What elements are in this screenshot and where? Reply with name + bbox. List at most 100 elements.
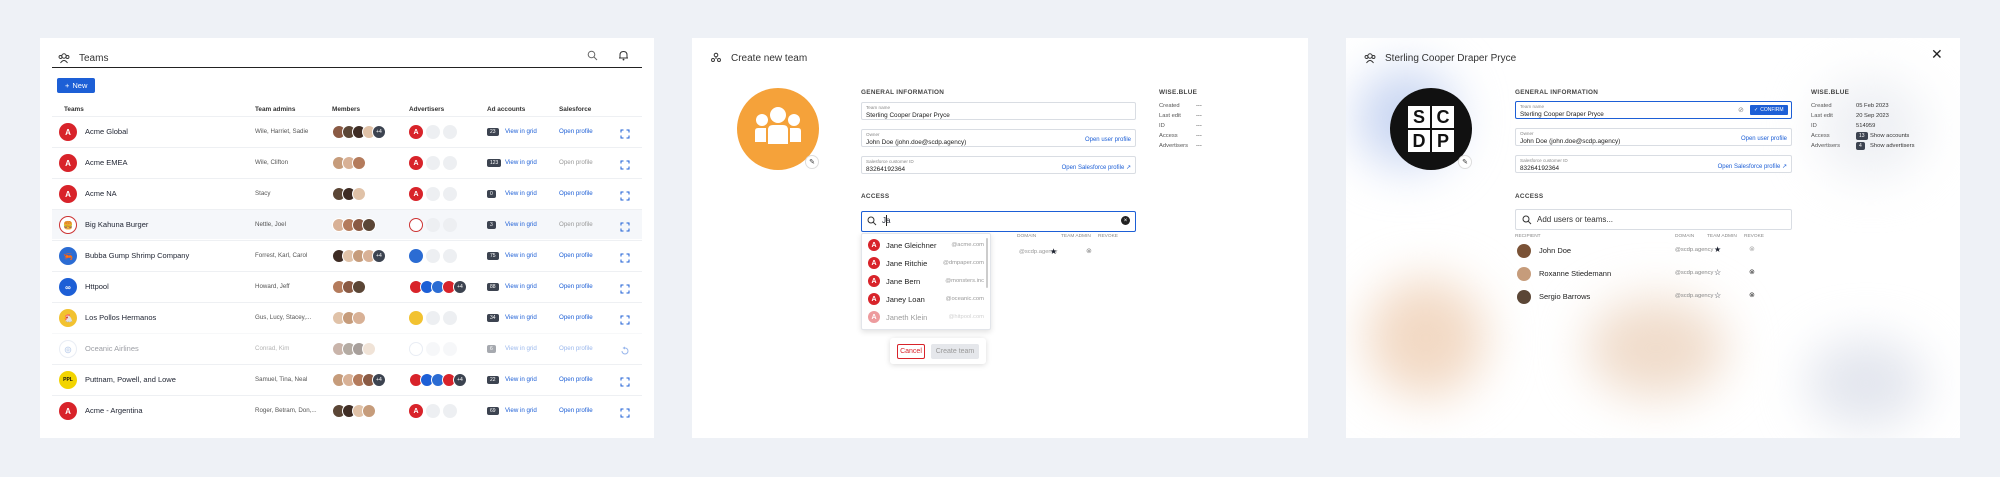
salesforce-field[interactable]: Salesforce customer ID 83264192364 Open … bbox=[861, 156, 1136, 174]
view-in-grid-link[interactable]: View in grid bbox=[505, 376, 537, 383]
expand-icon[interactable] bbox=[620, 312, 630, 330]
view-in-grid-link[interactable]: View in grid bbox=[505, 159, 537, 166]
reset-icon[interactable]: ⊘ bbox=[1738, 106, 1744, 114]
view-in-grid-link[interactable]: View in grid bbox=[505, 221, 537, 228]
advertiser-icons[interactable]: +4 bbox=[409, 280, 467, 294]
open-profile-link[interactable]: Open profile bbox=[559, 221, 593, 228]
view-in-grid-link[interactable]: View in grid bbox=[505, 345, 537, 352]
table-row[interactable]: 🍔 Big Kahuna Burger Nettle, Joel 3 View in g… bbox=[52, 209, 642, 239]
advertiser-icons[interactable]: +4 bbox=[409, 373, 467, 387]
team-name-field[interactable]: Team name Sterling Cooper Draper Pryce bbox=[861, 102, 1136, 120]
member-avatars[interactable] bbox=[332, 311, 366, 325]
add-users-input[interactable]: Add users or teams... bbox=[1515, 209, 1792, 230]
clear-search-icon[interactable]: × bbox=[1121, 216, 1130, 225]
expand-icon[interactable] bbox=[620, 281, 630, 299]
team-name[interactable]: Acme NA bbox=[85, 189, 117, 198]
expand-icon[interactable] bbox=[620, 374, 630, 392]
team-admin-star-outline-icon[interactable]: ☆ bbox=[1714, 268, 1721, 277]
expand-icon[interactable] bbox=[620, 405, 630, 423]
table-row[interactable]: A Acme EMEA Wile, Clifton A 123 View in grid O… bbox=[52, 147, 642, 177]
team-name[interactable]: Acme EMEA bbox=[85, 158, 128, 167]
member-avatars[interactable] bbox=[332, 156, 366, 170]
table-row[interactable]: PPL Puttnam, Powell, and Lowe Samuel, Tina… bbox=[52, 364, 642, 394]
revoke-icon[interactable]: ⊗ bbox=[1086, 247, 1092, 255]
expand-icon[interactable] bbox=[620, 188, 630, 206]
cancel-button[interactable]: Cancel bbox=[897, 344, 925, 359]
member-avatars[interactable] bbox=[332, 218, 376, 232]
view-in-grid-link[interactable]: View in grid bbox=[505, 252, 537, 259]
open-profile-link[interactable]: Open profile bbox=[559, 376, 593, 383]
advertiser-icons[interactable] bbox=[409, 249, 457, 263]
more-members-badge[interactable]: +4 bbox=[372, 249, 386, 263]
team-name[interactable]: Puttnam, Powell, and Lowe bbox=[85, 375, 176, 384]
salesforce-field[interactable]: Salesforce customer ID 83264192364 Open … bbox=[1515, 155, 1792, 173]
team-admin-star-icon[interactable]: ★ bbox=[1050, 247, 1057, 256]
bell-icon[interactable] bbox=[618, 50, 629, 61]
advertiser-icons[interactable]: A bbox=[409, 404, 457, 418]
view-in-grid-link[interactable]: View in grid bbox=[505, 190, 537, 197]
advertiser-icons[interactable] bbox=[409, 218, 457, 232]
view-in-grid-link[interactable]: View in grid bbox=[505, 407, 537, 414]
open-profile-link[interactable]: Open profile bbox=[559, 252, 593, 259]
team-name[interactable]: Oceanic Airlines bbox=[85, 344, 139, 353]
team-admin-star-icon[interactable]: ★ bbox=[1714, 245, 1721, 254]
edit-avatar-button[interactable]: ✎ bbox=[805, 155, 819, 169]
view-in-grid-link[interactable]: View in grid bbox=[505, 283, 537, 290]
show-advertisers-link[interactable]: Show advertisers bbox=[1870, 143, 1914, 149]
table-row[interactable]: A Acme Global Wile, Harriet, Sadie +4 A 23 Vie… bbox=[52, 116, 642, 146]
advertiser-icons[interactable] bbox=[409, 311, 457, 325]
team-admin-star-outline-icon[interactable]: ☆ bbox=[1714, 291, 1721, 300]
member-avatars[interactable] bbox=[332, 187, 366, 201]
team-name-field[interactable]: Team name Sterling Cooper Draper Pryce ⊘… bbox=[1515, 101, 1792, 119]
more-members-badge[interactable]: +4 bbox=[372, 373, 386, 387]
open-salesforce-link[interactable]: Open Salesforce profile ↗ bbox=[1062, 164, 1131, 171]
owner-field[interactable]: Owner John Doe (john.doe@scdp.agency) Op… bbox=[861, 129, 1136, 147]
team-name[interactable]: Acme - Argentina bbox=[85, 406, 143, 415]
table-row[interactable]: ◎ Oceanic Airlines Conrad, Kim 6 View in gri… bbox=[52, 333, 642, 363]
open-profile-link[interactable]: Open profile bbox=[559, 190, 593, 197]
confirm-button[interactable]: ✓ CONFIRM bbox=[1750, 105, 1788, 115]
expand-icon[interactable] bbox=[620, 250, 630, 268]
expand-icon[interactable] bbox=[620, 126, 630, 144]
advertiser-icons[interactable]: A bbox=[409, 187, 457, 201]
search-icon[interactable] bbox=[587, 50, 598, 61]
expand-icon[interactable] bbox=[620, 157, 630, 175]
more-advertisers-badge[interactable]: +4 bbox=[453, 373, 467, 387]
table-row[interactable]: 🦐 Bubba Gump Shrimp Company Forrest, Karl,… bbox=[52, 240, 642, 270]
member-avatars[interactable] bbox=[332, 280, 366, 294]
show-accounts-link[interactable]: Show accounts bbox=[1870, 133, 1909, 139]
suggestion-item[interactable]: A Jane Bern @monsters.inc bbox=[868, 272, 988, 290]
revoke-icon[interactable]: ⊗ bbox=[1749, 245, 1755, 253]
revoke-icon[interactable]: ⊗ bbox=[1749, 268, 1755, 276]
open-profile-link[interactable]: Open profile bbox=[559, 314, 593, 321]
member-avatars[interactable]: +4 bbox=[332, 249, 386, 263]
expand-icon[interactable] bbox=[620, 219, 630, 237]
table-row[interactable]: A Acme NA Stacy A 0 View in grid Open profile bbox=[52, 178, 642, 208]
open-user-profile-link[interactable]: Open user profile bbox=[1085, 137, 1131, 143]
team-name[interactable]: Httpool bbox=[85, 282, 109, 291]
edit-avatar-button[interactable]: ✎ bbox=[1458, 155, 1472, 169]
open-user-profile-link[interactable]: Open user profile bbox=[1741, 136, 1787, 142]
owner-field[interactable]: Owner John Doe (john.doe@scdp.agency) Op… bbox=[1515, 128, 1792, 146]
close-icon[interactable]: ✕ bbox=[1931, 46, 1943, 63]
revoke-icon[interactable]: ⊗ bbox=[1749, 291, 1755, 299]
view-in-grid-link[interactable]: View in grid bbox=[505, 128, 537, 135]
create-team-button[interactable]: Create team bbox=[931, 344, 979, 359]
open-profile-link[interactable]: Open profile bbox=[559, 159, 593, 166]
advertiser-icons[interactable]: A bbox=[409, 156, 457, 170]
member-avatars[interactable]: +4 bbox=[332, 125, 386, 139]
advertiser-icons[interactable]: A bbox=[409, 125, 457, 139]
open-profile-link[interactable]: Open profile bbox=[559, 283, 593, 290]
table-row[interactable]: 🐔 Los Pollos Hermanos Gus, Lucy, Stacey,..… bbox=[52, 302, 642, 332]
team-name[interactable]: Acme Global bbox=[85, 127, 128, 136]
dropdown-scrollbar[interactable] bbox=[986, 238, 988, 288]
team-name[interactable]: Big Kahuna Burger bbox=[85, 220, 148, 229]
open-profile-link[interactable]: Open profile bbox=[559, 128, 593, 135]
access-search-input[interactable]: Ja × bbox=[861, 211, 1136, 232]
team-name[interactable]: Bubba Gump Shrimp Company bbox=[85, 251, 189, 260]
member-avatars[interactable] bbox=[332, 342, 376, 356]
member-avatars[interactable]: +4 bbox=[332, 373, 386, 387]
table-row[interactable]: A Acme - Argentina Roger, Betram, Don,... A… bbox=[52, 395, 642, 425]
suggestion-item[interactable]: A Jane Gleichner @acme.com bbox=[868, 236, 988, 254]
member-avatars[interactable] bbox=[332, 404, 376, 418]
